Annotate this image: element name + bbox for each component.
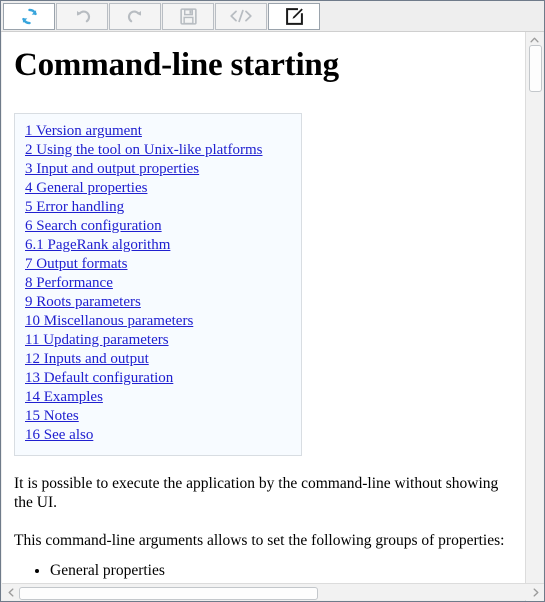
toc-link-14[interactable]: 14 Examples <box>25 388 103 407</box>
list-item: 3 Input and output properties <box>25 160 291 179</box>
list-item: 4 General properties <box>25 179 291 198</box>
toc-link-9[interactable]: 9 Roots parameters <box>25 293 141 312</box>
intro-paragraph: It is possible to execute the applicatio… <box>14 474 499 511</box>
toc-link-15[interactable]: 15 Notes <box>25 407 79 426</box>
horizontal-scroll-thumb[interactable] <box>19 587 318 600</box>
list-item: 8 Performance <box>25 274 291 293</box>
toc-link-7[interactable]: 7 Output formats <box>25 255 128 274</box>
refresh-button[interactable] <box>3 2 55 30</box>
edit-button[interactable] <box>268 2 320 30</box>
redo-button[interactable] <box>109 2 161 30</box>
toc-link-11[interactable]: 11 Updating parameters <box>25 331 169 350</box>
toc-link-2[interactable]: 2 Using the tool on Unix-like platforms <box>25 141 262 160</box>
bullet-text-general-properties: General properties <box>50 561 165 579</box>
refresh-icon <box>20 7 39 26</box>
save-icon <box>179 7 197 25</box>
undo-button[interactable] <box>56 2 108 30</box>
list-item: 14 Examples <box>25 388 291 407</box>
list-item: 9 Roots parameters <box>25 293 291 312</box>
toc-link-6-1[interactable]: 6.1 PageRank algorithm <box>25 236 170 255</box>
vertical-scroll-thumb[interactable] <box>529 45 542 92</box>
list-item: 11 Updating parameters <box>25 331 291 350</box>
toc-link-13[interactable]: 13 Default configuration <box>25 369 173 388</box>
list-item: General properties <box>50 561 514 581</box>
code-icon <box>229 8 253 24</box>
groups-paragraph: This command-line arguments allows to se… <box>14 531 505 549</box>
list-item: 10 Miscellanous parameters <box>25 312 291 331</box>
list-item: 6.1 PageRank algorithm <box>25 236 291 255</box>
list-item: 1 Version argument <box>25 122 291 141</box>
list-item: 7 Output formats <box>25 255 291 274</box>
toc-link-1[interactable]: 1 Version argument <box>25 122 142 141</box>
document-body: Command-line starting 1 Version argument… <box>2 47 526 585</box>
application-window: Command-line starting 1 Version argument… <box>0 0 545 602</box>
property-groups-list: General properties Error handling: used … <box>14 561 514 585</box>
vertical-scrollbar[interactable] <box>525 32 543 601</box>
edit-icon <box>285 7 304 26</box>
document-viewport[interactable]: Command-line starting 1 Version argument… <box>2 32 526 585</box>
toc-link-8[interactable]: 8 Performance <box>25 274 113 293</box>
save-button[interactable] <box>162 2 214 30</box>
list-item: 2 Using the tool on Unix-like platforms <box>25 141 291 160</box>
scroll-left-icon[interactable] <box>2 584 19 600</box>
toc-link-16[interactable]: 16 See also <box>25 426 93 445</box>
list-item: 12 Inputs and output <box>25 350 291 369</box>
toc-link-5[interactable]: 5 Error handling <box>25 198 124 217</box>
table-of-contents: 1 Version argument 2 Using the tool on U… <box>14 112 302 456</box>
scroll-right-icon[interactable] <box>527 584 544 600</box>
redo-icon <box>126 7 145 26</box>
toc-link-6[interactable]: 6 Search configuration <box>25 217 162 236</box>
toolbar <box>1 1 544 32</box>
list-item: 13 Default configuration <box>25 369 291 388</box>
view-source-button[interactable] <box>215 2 267 30</box>
toc-list: 1 Version argument 2 Using the tool on U… <box>25 122 291 445</box>
toc-link-10[interactable]: 10 Miscellanous parameters <box>25 312 193 331</box>
list-item: 6 Search configuration <box>25 217 291 236</box>
list-item: 15 Notes <box>25 407 291 426</box>
list-item: 16 See also <box>25 426 291 445</box>
toc-link-4[interactable]: 4 General properties <box>25 179 147 198</box>
page-title: Command-line starting <box>14 47 339 83</box>
toc-link-12[interactable]: 12 Inputs and output <box>25 350 149 369</box>
toc-link-3[interactable]: 3 Input and output properties <box>25 160 199 179</box>
horizontal-scrollbar[interactable] <box>2 583 544 600</box>
list-item: 5 Error handling <box>25 198 291 217</box>
undo-icon <box>73 7 92 26</box>
